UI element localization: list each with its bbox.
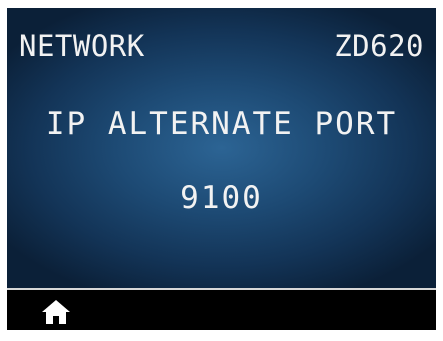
bottom-bar — [7, 290, 436, 330]
parameter-value: 9100 — [180, 180, 263, 216]
printer-model: ZD620 — [334, 29, 424, 63]
menu-title: NETWORK — [19, 29, 145, 63]
display-area: NETWORK ZD620 IP ALTERNATE PORT 9100 — [7, 8, 436, 288]
printer-display: NETWORK ZD620 IP ALTERNATE PORT 9100 — [7, 8, 436, 330]
parameter-title: IP ALTERNATE PORT — [45, 106, 398, 142]
home-icon — [42, 300, 70, 324]
home-button[interactable] — [41, 299, 71, 325]
